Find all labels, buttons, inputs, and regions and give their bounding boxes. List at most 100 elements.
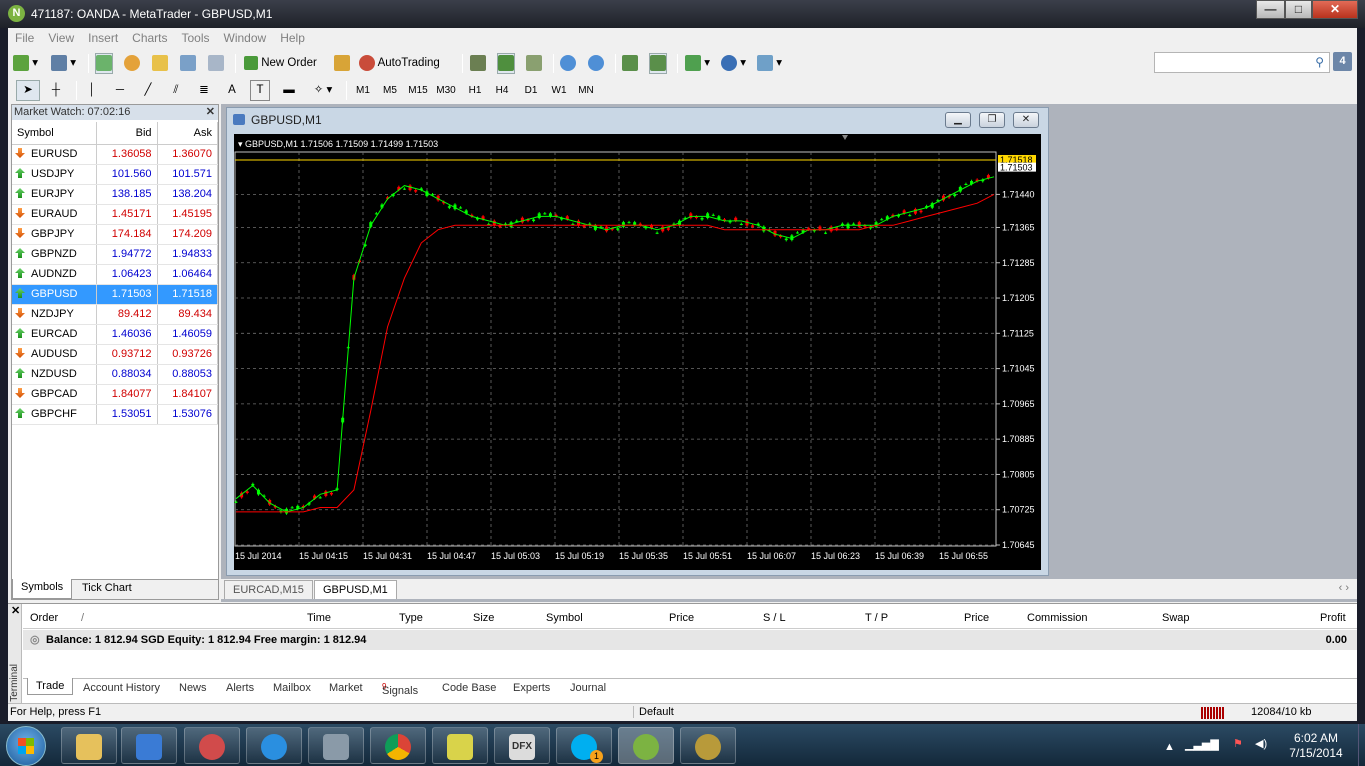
chart-restore-button[interactable]: ❐: [979, 112, 1005, 128]
taskbar-chrome[interactable]: [370, 727, 426, 764]
market-watch-row[interactable]: NZDUSD 0.88034 0.88053: [12, 364, 219, 385]
bar-chart-icon[interactable]: [469, 53, 487, 74]
new-order-button[interactable]: New Order: [243, 53, 318, 74]
volume-icon[interactable]: ◀): [1255, 737, 1267, 750]
chart-minimize-button[interactable]: ▁: [945, 112, 971, 128]
taskbar-skype[interactable]: 1: [556, 727, 612, 764]
trendline-icon[interactable]: ╱: [138, 80, 158, 101]
col-tp[interactable]: T / P: [865, 612, 888, 624]
market-watch-row[interactable]: EURUSD 1.36058 1.36070: [12, 144, 219, 165]
col-symbol[interactable]: Symbol: [546, 612, 583, 624]
show-hidden-icons[interactable]: ▲: [1164, 741, 1175, 753]
market-watch-row[interactable]: AUDUSD 0.93712 0.93726: [12, 344, 219, 365]
tf-d1[interactable]: D1: [520, 81, 542, 100]
taskbar-ie[interactable]: [246, 727, 302, 764]
market-watch-row[interactable]: AUDNZD 1.06423 1.06464: [12, 264, 219, 285]
tf-m5[interactable]: M5: [379, 81, 401, 100]
market-watch-row[interactable]: GBPNZD 1.94772 1.94833: [12, 244, 219, 265]
show-desktop-button[interactable]: [1358, 724, 1365, 766]
taskbar-app[interactable]: [680, 727, 736, 764]
search-icon[interactable]: ⚲: [1315, 55, 1324, 69]
menu-window[interactable]: Window: [217, 28, 274, 45]
navigator-icon[interactable]: [123, 53, 141, 74]
close-button[interactable]: ✕: [1312, 0, 1358, 19]
search-box[interactable]: ⚲: [1154, 52, 1330, 73]
market-watch-toggle-icon[interactable]: [95, 53, 113, 74]
doc-tab-eurcad[interactable]: EURCAD,M15: [224, 580, 313, 599]
crosshair-icon[interactable]: ┼: [44, 80, 68, 101]
taskbar-calculator[interactable]: [308, 727, 364, 764]
maximize-button[interactable]: □: [1285, 0, 1312, 19]
tf-w1[interactable]: W1: [548, 81, 570, 100]
taskbar-metatrader[interactable]: [618, 727, 674, 764]
tab-account-history[interactable]: Account History: [83, 682, 160, 694]
tab-news[interactable]: News: [179, 682, 207, 694]
col-symbol[interactable]: Symbol: [12, 122, 98, 145]
chart-shift-icon[interactable]: [649, 53, 667, 74]
shapes-dropdown-icon[interactable]: ✧ ▾: [308, 80, 338, 101]
zoom-in-icon[interactable]: [559, 53, 577, 74]
tab-trade[interactable]: Trade: [27, 678, 74, 695]
profiles-button[interactable]: ▾: [50, 53, 77, 74]
menu-insert[interactable]: Insert: [81, 28, 125, 45]
tab-mailbox[interactable]: Mailbox: [273, 682, 311, 694]
flag-icon[interactable]: ⚑: [1233, 737, 1243, 750]
tf-m15[interactable]: M15: [406, 81, 430, 100]
doc-tab-gbpusd[interactable]: GBPUSD,M1: [314, 580, 397, 599]
tab-code-base[interactable]: Code Base: [442, 682, 496, 694]
tf-h1[interactable]: H1: [464, 81, 486, 100]
col-time[interactable]: Time: [307, 612, 331, 624]
battery-icon[interactable]: ▯: [1212, 738, 1218, 751]
notifications-icon[interactable]: 4: [1333, 52, 1352, 71]
menu-file[interactable]: File: [8, 28, 41, 45]
menu-charts[interactable]: Charts: [125, 28, 174, 45]
tf-m30[interactable]: M30: [434, 81, 458, 100]
col-size[interactable]: Size: [473, 612, 494, 624]
terminal-close-icon[interactable]: ✕: [11, 604, 20, 617]
tab-symbols[interactable]: Symbols: [12, 579, 73, 599]
menu-tools[interactable]: Tools: [175, 28, 217, 45]
col-swap[interactable]: Swap: [1162, 612, 1190, 624]
tf-m1[interactable]: M1: [352, 81, 374, 100]
market-watch-row[interactable]: GBPJPY 174.184 174.209: [12, 224, 219, 245]
clock[interactable]: 6:02 AM 7/15/2014: [1276, 731, 1356, 761]
col-price2[interactable]: Price: [964, 612, 989, 624]
tf-mn[interactable]: MN: [574, 81, 598, 100]
tab-experts[interactable]: Experts: [513, 682, 550, 694]
label-tool-icon[interactable]: T: [250, 80, 270, 101]
market-watch-row[interactable]: EURCAD 1.46036 1.46059: [12, 324, 219, 345]
arrow-label-icon[interactable]: ▬: [278, 80, 300, 101]
fibonacci-icon[interactable]: ≣: [194, 80, 214, 101]
terminal-toggle-icon[interactable]: [179, 53, 197, 74]
taskbar-explorer[interactable]: [61, 727, 117, 764]
taskbar-notes[interactable]: [432, 727, 488, 764]
taskbar-dfx[interactable]: DFX: [494, 727, 550, 764]
col-commission[interactable]: Commission: [1027, 612, 1088, 624]
strategy-tester-icon[interactable]: [207, 53, 225, 74]
col-bid[interactable]: Bid: [96, 122, 158, 145]
vertical-line-icon[interactable]: │: [82, 80, 102, 101]
market-watch-row[interactable]: USDJPY 101.560 101.571: [12, 164, 219, 185]
balance-row[interactable]: ◎ Balance: 1 812.94 SGD Equity: 1 812.94…: [23, 630, 1357, 650]
col-sl[interactable]: S / L: [763, 612, 786, 624]
start-button[interactable]: [6, 726, 46, 766]
minimize-button[interactable]: —: [1256, 0, 1285, 19]
col-type[interactable]: Type: [399, 612, 423, 624]
indicators-button[interactable]: ▾: [684, 53, 711, 74]
market-watch-row[interactable]: GBPCAD 1.84077 1.84107: [12, 384, 219, 405]
market-watch-row[interactable]: GBPUSD 1.71503 1.71518: [12, 284, 219, 305]
horizontal-line-icon[interactable]: ─: [110, 80, 130, 101]
metaeditor-icon[interactable]: [333, 53, 351, 74]
market-watch-row[interactable]: EURAUD 1.45171 1.45195: [12, 204, 219, 225]
chart-close-button[interactable]: ✕: [1013, 112, 1039, 128]
tab-alerts[interactable]: Alerts: [226, 682, 254, 694]
channel-icon[interactable]: ⫽: [166, 80, 186, 101]
data-window-icon[interactable]: [151, 53, 169, 74]
periods-button[interactable]: ▾: [720, 53, 747, 74]
candlestick-icon[interactable]: [497, 53, 515, 74]
col-ask[interactable]: Ask: [157, 122, 219, 145]
tab-signals[interactable]: Signals 9: [382, 682, 418, 697]
tab-market[interactable]: Market: [329, 682, 363, 694]
zoom-out-icon[interactable]: [587, 53, 605, 74]
col-profit[interactable]: Profit: [1320, 612, 1346, 624]
